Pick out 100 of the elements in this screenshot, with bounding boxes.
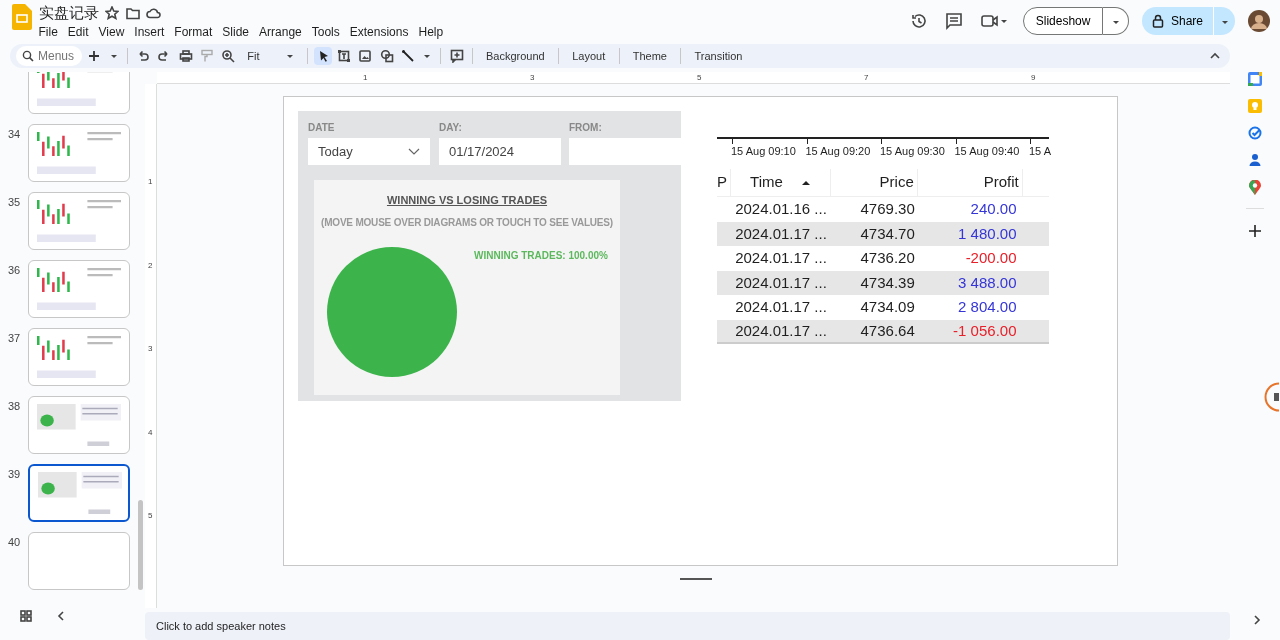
grid-view-icon[interactable] (18, 608, 34, 624)
axis-label: 15 Aug 09:40 (954, 144, 1020, 159)
toolbar-button[interactable]: Layout (565, 45, 613, 67)
menu-item[interactable]: Arrange (254, 22, 307, 42)
search-icon (22, 50, 34, 62)
chart-hint: (MOVE MOUSE OVER DIAGRAMS OR TOUCH TO SEE VALUES) (320, 216, 614, 230)
ruler-label: 3 (530, 72, 535, 84)
slide-number: 39 (8, 467, 22, 482)
input-field[interactable]: 01/17/2024 (439, 138, 561, 165)
slideshow-button[interactable]: Slideshow (1022, 7, 1104, 36)
slide-number: 37 (8, 331, 22, 346)
column-header[interactable]: Profit (918, 169, 1023, 196)
table-cell-text: -200.00 (964, 248, 1018, 268)
ruler-label: 1 (363, 72, 368, 84)
table-cell-text: 2024.01.17 ... (734, 223, 828, 244)
table-cell-text: 240.00 (969, 199, 1018, 219)
chart-title: WINNING VS LOSING TRADES (385, 193, 549, 208)
chevron-down-icon (408, 147, 420, 156)
table-cell-text: 2024.01.17 ... (734, 248, 828, 268)
caret-icon (1221, 20, 1228, 24)
slide-thumbnail[interactable] (28, 464, 130, 522)
toolbar-button[interactable]: Background (479, 45, 552, 67)
slideshow-menu-button[interactable] (1103, 7, 1130, 36)
slide-canvas[interactable] (283, 96, 1118, 566)
table-cell-text: 4734.70 (859, 223, 916, 244)
axis-label: 15 Aug 09:10 (731, 144, 796, 159)
menu-item[interactable]: Edit (62, 22, 94, 42)
ruler-label: 7 (864, 72, 869, 84)
menu-item[interactable]: Help (413, 22, 449, 42)
slide-number: 36 (8, 263, 22, 278)
zoom-icon[interactable] (219, 47, 237, 65)
table-cell-text: 2 804.00 (957, 297, 1018, 317)
star-icon[interactable] (105, 6, 119, 20)
resize-handle[interactable] (680, 578, 712, 580)
slide-number: 34 (8, 127, 22, 142)
axis-label: 15 Aug 09:30 (880, 144, 945, 159)
table-cell-text: 4734.09 (859, 297, 916, 317)
table-cell-text: 4736.64 (859, 320, 916, 341)
text-box-icon[interactable] (335, 47, 353, 65)
table-cell-text: 2024.01.17 ... (734, 272, 828, 293)
menu-item[interactable]: Format (169, 22, 218, 42)
slide-thumbnail[interactable] (28, 260, 130, 318)
ruler-label: 9 (1031, 72, 1036, 84)
menu-item[interactable]: Slide (217, 22, 255, 42)
lock-icon (1152, 14, 1165, 29)
share-button[interactable]: Share (1142, 7, 1213, 36)
slide-thumbnail[interactable] (28, 192, 130, 250)
calendar-icon[interactable] (1248, 72, 1262, 86)
slide-thumbnail[interactable] (28, 396, 130, 454)
table-cell-text: 3 488.00 (957, 272, 1018, 293)
caret-icon (287, 54, 294, 58)
plus-icon[interactable] (1246, 222, 1264, 240)
tasks-icon[interactable] (1248, 126, 1262, 140)
table-cell-text: 2024.01.16 ... (734, 199, 828, 219)
cloud-icon[interactable] (146, 7, 161, 19)
slide-number: 35 (8, 195, 22, 210)
caret-icon (1112, 20, 1119, 24)
scrollbar[interactable] (138, 500, 143, 590)
toolbar-button[interactable]: Theme (625, 45, 674, 67)
chart-legend: WINNING TRADES: 100.00% (474, 248, 608, 263)
contact-person-icon[interactable] (1248, 153, 1262, 167)
ruler-label: 5 (697, 72, 702, 84)
folder-icon[interactable] (125, 6, 140, 20)
column-header[interactable]: Price (831, 169, 918, 196)
field-label: DATE (308, 121, 335, 135)
search-field[interactable]: Menus (16, 46, 82, 66)
menu-item[interactable]: Tools (306, 22, 345, 42)
ruler-label: 5 (148, 510, 153, 522)
menu-item[interactable]: View (93, 22, 130, 42)
slide-thumbnail[interactable] (28, 124, 130, 182)
column-header[interactable]: Time (731, 169, 831, 196)
slide-thumbnail[interactable] (28, 72, 130, 114)
field-label: DAY: (439, 121, 462, 135)
slide-number: 38 (8, 399, 22, 414)
axis-label: 15 A (1029, 144, 1052, 159)
table-cell-text: -1 056.00 (952, 320, 1018, 341)
speaker-notes-field[interactable]: Click to add speaker notes (145, 612, 1230, 640)
ruler-label: 2 (148, 259, 153, 272)
field-label: FROM: (569, 121, 602, 135)
table-cell-text: 1 480.00 (957, 223, 1018, 244)
date-dropdown[interactable]: Today (308, 138, 430, 165)
map-pin-icon[interactable] (1249, 180, 1261, 195)
menu-item[interactable]: File (33, 22, 63, 42)
ruler-label: 1 (148, 176, 153, 188)
avatar-icon[interactable] (1248, 10, 1270, 33)
menu-item[interactable]: Extensions (344, 22, 414, 42)
axis-label: 15 Aug 09:20 (805, 144, 871, 159)
ruler-label: 3 (148, 343, 153, 355)
document-title[interactable]: 实盘记录 (38, 4, 99, 22)
table-cell-text: 2024.01.17 ... (734, 320, 828, 341)
column-header[interactable]: P (717, 169, 731, 196)
table-cell-text: 4736.20 (859, 248, 916, 268)
menu-item[interactable]: Insert (129, 22, 170, 42)
table-cell-text: 2024.01.17 ... (734, 297, 828, 317)
input-field[interactable] (569, 138, 681, 165)
zoom-dropdown[interactable]: Fit (240, 45, 301, 67)
toolbar-button[interactable]: Transition (687, 45, 750, 67)
ruler-label: 4 (148, 426, 153, 439)
slide-thumbnail[interactable] (28, 532, 130, 590)
slide-thumbnail[interactable] (28, 328, 130, 386)
